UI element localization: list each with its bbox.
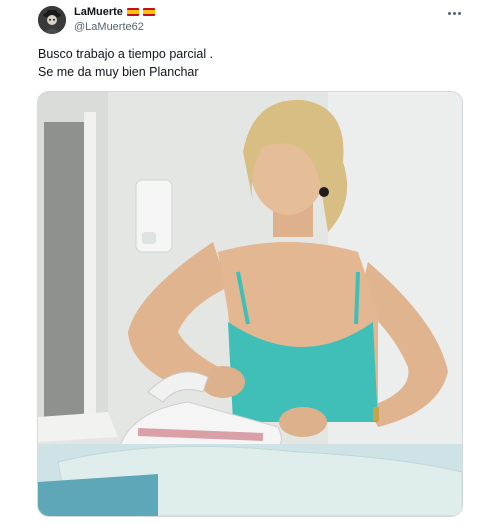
user-avatar-icon xyxy=(38,6,66,34)
tweet-text-line: Busco trabajo a tiempo parcial . xyxy=(38,47,214,61)
avatar[interactable] xyxy=(38,6,66,34)
spain-flag-icon xyxy=(126,8,139,16)
spain-flag-icon xyxy=(142,8,155,16)
user-handle[interactable]: @LaMuerte62 xyxy=(74,21,155,33)
tweet-author[interactable]: LaMuerte @LaMuerte62 xyxy=(74,5,155,33)
tweet-text: Busco trabajo a tiempo parcial . Se me d… xyxy=(38,45,213,81)
more-options-icon[interactable] xyxy=(444,6,464,20)
tweet-text-line: Se me da muy bien Planchar xyxy=(38,65,199,79)
tweet[interactable]: LaMuerte @LaMuerte62 Busco trabajo a tie… xyxy=(0,0,479,523)
tweet-media-photo[interactable] xyxy=(37,91,463,517)
display-name[interactable]: LaMuerte xyxy=(74,6,123,18)
photo-icon xyxy=(38,92,462,516)
